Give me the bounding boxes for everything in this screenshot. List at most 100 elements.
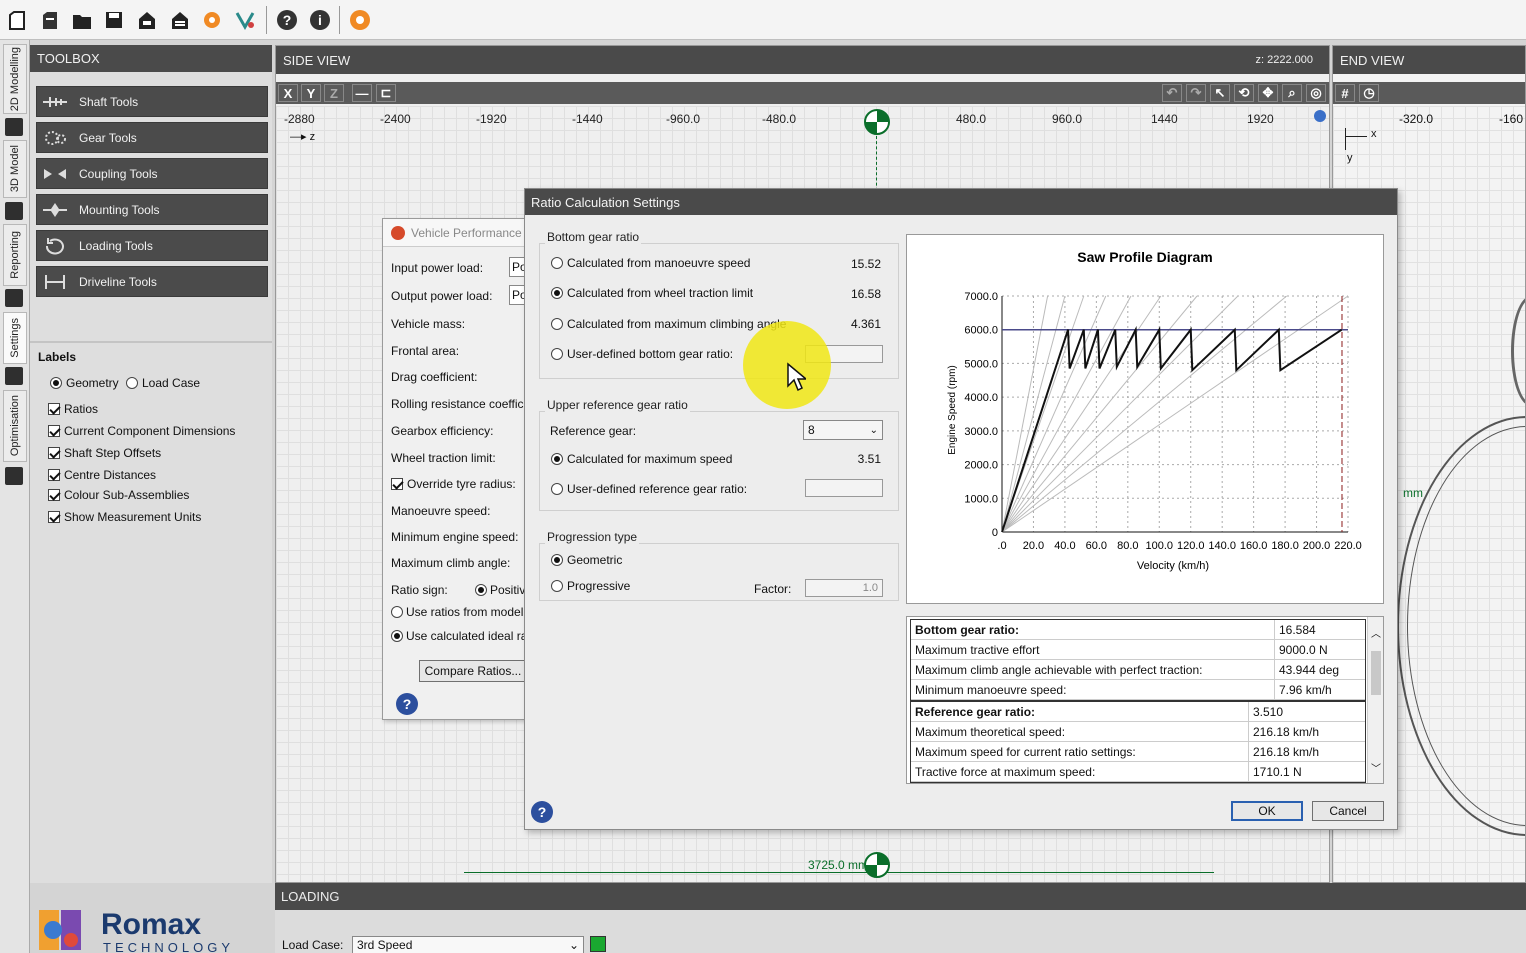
3d-model-icon[interactable] xyxy=(5,202,23,220)
colour-sub-assemblies-checkbox[interactable]: Colour Sub-Assemblies xyxy=(48,488,189,502)
coupling-tools-button[interactable]: Coupling Tools xyxy=(36,158,268,189)
use-calculated-ratios-radio[interactable]: Use calculated ideal ratio xyxy=(391,629,526,643)
results-key: Reference gear ratio: xyxy=(911,702,1249,721)
calculated-max-speed-radio[interactable]: Calculated for maximum speed xyxy=(551,452,732,466)
override-tyre-radius-checkbox[interactable]: Override tyre radius: xyxy=(391,477,516,491)
save-all-icon[interactable] xyxy=(166,6,194,34)
loading-tools-button[interactable]: Loading Tools xyxy=(36,230,268,261)
chart-y-label: Engine Speed (rpm) xyxy=(947,365,958,455)
shaft-tools-button[interactable]: Shaft Tools xyxy=(36,86,268,117)
y-tick-label: 1000.0 xyxy=(964,493,998,505)
gear-line xyxy=(1001,295,1198,533)
2d-model-icon[interactable] xyxy=(5,118,23,136)
help-icon[interactable]: ? xyxy=(273,6,301,34)
svg-text:?: ? xyxy=(283,12,292,28)
compare-ratios-button[interactable]: Compare Ratios... xyxy=(419,660,526,682)
load-case-select[interactable]: 3rd Speed ⌄ xyxy=(352,936,584,953)
centre-distances-checkbox[interactable]: Centre Distances xyxy=(48,468,156,482)
ratio-calculation-dialog: Ratio Calculation Settings Bottom gear r… xyxy=(524,188,1398,830)
pan-icon[interactable]: ✥ xyxy=(1258,84,1278,102)
geometry-radio[interactable]: Geometry xyxy=(50,376,119,390)
wrench-icon[interactable] xyxy=(5,367,23,385)
scroll-thumb[interactable] xyxy=(1371,651,1381,695)
romax-logo-icon xyxy=(39,910,81,950)
show-measurement-units-checkbox[interactable]: Show Measurement Units xyxy=(48,510,201,524)
results-key: Maximum climb angle achievable with perf… xyxy=(911,660,1275,679)
help-icon[interactable]: ? xyxy=(396,693,418,715)
manoeuvre-speed-radio[interactable]: Calculated from manoeuvre speed xyxy=(551,256,750,270)
results-value: 9000.0 N xyxy=(1279,642,1328,657)
z-axis-arrow: —▸ z xyxy=(290,131,316,143)
y-axis-button[interactable]: Y xyxy=(301,84,321,102)
grid-icon[interactable]: # xyxy=(1335,84,1355,102)
load-case-radio[interactable]: Load Case xyxy=(126,376,200,390)
undo-icon[interactable]: ↶ xyxy=(1162,84,1182,102)
scroll-down-icon[interactable]: ﹀ xyxy=(1371,760,1381,775)
scroll-up-icon[interactable]: ︿ xyxy=(1371,625,1381,640)
max-climbing-angle-radio[interactable]: Calculated from maximum climbing angle xyxy=(551,317,786,331)
y-tick-label: 3000.0 xyxy=(964,426,998,438)
origin-marker-icon xyxy=(864,109,890,138)
x-axis-button[interactable]: X xyxy=(278,84,298,102)
open-folder-icon[interactable] xyxy=(68,6,96,34)
reset-view-icon[interactable]: ◷ xyxy=(1359,84,1379,102)
positive-radio[interactable]: Positive xyxy=(475,583,526,597)
factor-input[interactable]: 1.0 xyxy=(805,579,883,597)
gear-tools-button[interactable]: Gear Tools xyxy=(36,122,268,153)
redo-icon[interactable]: ↷ xyxy=(1186,84,1206,102)
tab-settings[interactable]: Settings xyxy=(3,312,27,364)
optimisation-icon[interactable] xyxy=(5,467,23,485)
help-icon[interactable]: ? xyxy=(531,801,553,823)
x-tick-label: 140.0 xyxy=(1208,540,1236,552)
chart-title: Saw Profile Diagram xyxy=(1077,249,1212,265)
rotate-icon[interactable]: ⟲ xyxy=(1234,84,1254,102)
y-tick-label: 4000.0 xyxy=(964,392,998,404)
x-tick-label: 200.0 xyxy=(1303,540,1331,552)
save-icon[interactable] xyxy=(100,6,128,34)
results-key: Maximum tractive effort xyxy=(911,640,1275,659)
x-tick-label: 60.0 xyxy=(1086,540,1107,552)
plugin-icon[interactable] xyxy=(198,6,226,34)
new-from-template-icon[interactable] xyxy=(36,6,64,34)
driveline-icon xyxy=(41,272,69,292)
ratios-checkbox[interactable]: Ratios xyxy=(48,402,98,416)
tab-reporting[interactable]: Reporting xyxy=(3,224,27,286)
tab-2d-modelling[interactable]: 2D Modelling xyxy=(3,44,27,114)
report-icon[interactable] xyxy=(5,289,23,307)
minimize-icon[interactable]: — xyxy=(352,84,372,102)
cancel-button[interactable]: Cancel xyxy=(1312,801,1384,821)
zoom-icon[interactable]: ⌕ xyxy=(1282,84,1302,102)
save-as-icon[interactable] xyxy=(133,6,161,34)
tab-3d-model[interactable]: 3D Model xyxy=(3,140,27,198)
tab-optimisation[interactable]: Optimisation xyxy=(3,390,27,462)
wheel-traction-limit-radio[interactable]: Calculated from wheel traction limit xyxy=(551,286,753,300)
gear-icon xyxy=(41,128,69,148)
user-defined-reference-input[interactable] xyxy=(805,479,883,497)
shaft-step-offsets-checkbox[interactable]: Shaft Step Offsets xyxy=(48,446,161,460)
reference-gear-select[interactable]: 8 ⌄ xyxy=(803,420,883,440)
ratio-dialog-titlebar: Ratio Calculation Settings xyxy=(525,189,1397,215)
ok-button[interactable]: OK xyxy=(1231,801,1303,821)
info-icon[interactable]: i xyxy=(306,6,334,34)
user-defined-reference-radio[interactable]: User-defined reference gear ratio: xyxy=(551,482,747,496)
x-tick-label: 220.0 xyxy=(1334,540,1362,552)
driveline-tools-button[interactable]: Driveline Tools xyxy=(36,266,268,297)
progressive-radio[interactable]: Progressive xyxy=(551,579,630,593)
new-icon[interactable] xyxy=(3,6,31,34)
use-ratios-from-model-radio[interactable]: Use ratios from model xyxy=(391,605,523,619)
vehicle-performance-dialog: Vehicle Performance Input power load: Po… xyxy=(382,218,527,720)
select-icon[interactable]: ↖ xyxy=(1210,84,1230,102)
x-tick-label: 180.0 xyxy=(1271,540,1299,552)
y-tick-label: 0 xyxy=(992,527,998,539)
z-axis-button[interactable]: Z xyxy=(324,84,344,102)
mounting-tools-button[interactable]: Mounting Tools xyxy=(36,194,268,225)
layout-icon[interactable]: ⊏ xyxy=(376,84,396,102)
design-icon[interactable] xyxy=(231,6,259,34)
results-value: 7.96 km/h xyxy=(1279,682,1332,697)
settings-icon[interactable] xyxy=(346,6,374,34)
user-defined-bottom-radio[interactable]: User-defined bottom gear ratio: xyxy=(551,347,733,361)
component-dimensions-checkbox[interactable]: Current Component Dimensions xyxy=(48,424,235,438)
geometric-radio[interactable]: Geometric xyxy=(551,553,622,567)
results-scrollbar[interactable]: ︿ ﹀ xyxy=(1367,617,1383,783)
fit-icon[interactable]: ◎ xyxy=(1306,84,1326,102)
